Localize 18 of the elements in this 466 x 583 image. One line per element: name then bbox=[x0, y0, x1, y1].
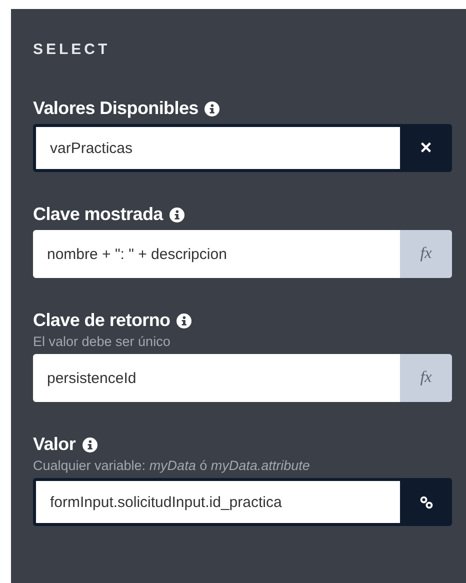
panel-title: SELECT bbox=[33, 41, 112, 58]
field-label: Clave de retorno bbox=[33, 310, 170, 331]
info-icon[interactable] bbox=[204, 100, 220, 116]
input-field[interactable]: varPracticas bbox=[36, 127, 400, 169]
input-field[interactable]: formInput.solicitudInput.id_practica bbox=[36, 481, 400, 523]
info-icon[interactable] bbox=[82, 436, 98, 452]
field-label: Valores Disponibles bbox=[33, 98, 198, 119]
info-icon[interactable] bbox=[176, 312, 192, 328]
input-field[interactable]: nombre + ": " + descripcion bbox=[33, 230, 400, 278]
info-icon[interactable] bbox=[168, 206, 185, 222]
input-field[interactable]: persistenceId bbox=[33, 354, 400, 402]
field-hint: El valor debe ser único bbox=[33, 334, 172, 349]
field-label: Valor bbox=[33, 434, 76, 455]
link-icon bbox=[420, 496, 432, 508]
field-label: Clave mostrada bbox=[33, 204, 163, 225]
formula-button[interactable]: fx bbox=[400, 230, 452, 278]
field-hint: Cualquier variable: myData ó myData.attribute bbox=[33, 458, 311, 473]
formula-button[interactable]: fx bbox=[400, 354, 452, 402]
